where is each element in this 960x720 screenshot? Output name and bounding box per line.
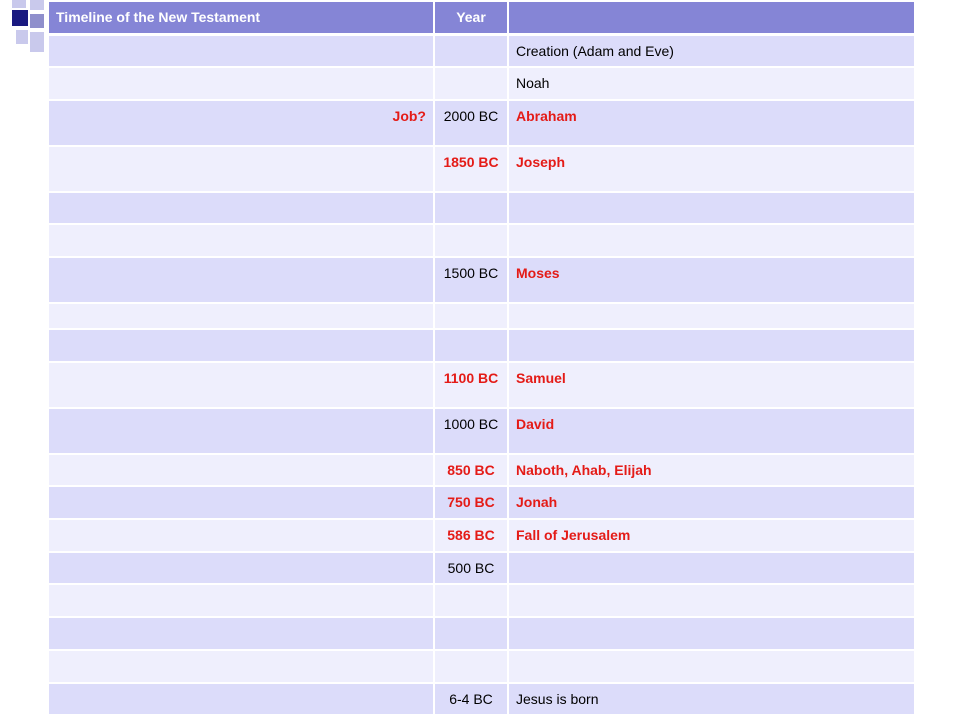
table-cell-year: 1500 BC bbox=[433, 256, 509, 304]
table-cell-person bbox=[47, 223, 435, 258]
table-cell-event bbox=[507, 551, 916, 585]
table-cell-person bbox=[47, 649, 435, 684]
table-row: 1500 BC Moses bbox=[47, 256, 916, 304]
corner-square-light-top bbox=[12, 0, 26, 8]
table-row: 586 BC Fall of Jerusalem bbox=[47, 518, 916, 553]
table-cell-person bbox=[47, 518, 435, 553]
table-cell-event: Jesus is born bbox=[507, 682, 916, 716]
table-cell-event bbox=[507, 328, 916, 363]
table-cell-person bbox=[47, 328, 435, 363]
table-cell-person bbox=[47, 66, 435, 101]
table-cell-event: Samuel bbox=[507, 361, 916, 409]
table-row bbox=[47, 616, 916, 651]
table-cell-event: Abraham bbox=[507, 99, 916, 147]
table-cell-person bbox=[47, 302, 435, 330]
table-cell-year: 586 BC bbox=[433, 518, 509, 553]
table-cell-person bbox=[47, 453, 435, 487]
table-row bbox=[47, 328, 916, 363]
timeline-table: Timeline of the New Testament Year Creat… bbox=[47, 2, 916, 716]
table-cell-person bbox=[47, 551, 435, 585]
header-year: Year bbox=[433, 2, 509, 36]
table-cell-event: Jonah bbox=[507, 485, 916, 520]
table-cell-year: 850 BC bbox=[433, 453, 509, 487]
table-cell-event bbox=[507, 223, 916, 258]
table-cell-year bbox=[433, 302, 509, 330]
table-cell-event: Moses bbox=[507, 256, 916, 304]
table-row: 1850 BC Joseph bbox=[47, 145, 916, 193]
table-cell-event bbox=[507, 583, 916, 618]
table-row: 1000 BC David bbox=[47, 407, 916, 455]
table-cell-year bbox=[433, 66, 509, 101]
corner-square-light-bottom bbox=[30, 32, 44, 52]
corner-square-dark bbox=[12, 10, 28, 26]
table-cell-year: 1850 BC bbox=[433, 145, 509, 193]
table-cell-year bbox=[433, 328, 509, 363]
table-cell-event: Fall of Jerusalem bbox=[507, 518, 916, 553]
table-cell-person bbox=[47, 361, 435, 409]
header-title: Timeline of the New Testament bbox=[47, 2, 435, 36]
table-cell-year bbox=[433, 223, 509, 258]
table-cell-year: 1100 BC bbox=[433, 361, 509, 409]
table-cell-person bbox=[47, 485, 435, 520]
table-cell-event bbox=[507, 302, 916, 330]
table-cell-year bbox=[433, 34, 509, 68]
table-row: Job? 2000 BC Abraham bbox=[47, 99, 916, 147]
table-cell-event: Creation (Adam and Eve) bbox=[507, 34, 916, 68]
table-cell-person bbox=[47, 616, 435, 651]
header-event bbox=[507, 2, 916, 36]
timeline-body: Creation (Adam and Eve) Noah Job? 2000 BC Ab… bbox=[47, 34, 916, 716]
table-row bbox=[47, 583, 916, 618]
table-cell-year bbox=[433, 616, 509, 651]
table-row: 1100 BC Samuel bbox=[47, 361, 916, 409]
table-cell-year: 1000 BC bbox=[433, 407, 509, 455]
corner-square-light-top2 bbox=[30, 0, 44, 10]
table-row bbox=[47, 223, 916, 258]
table-cell-person bbox=[47, 682, 435, 716]
table-cell-year: 6-4 BC bbox=[433, 682, 509, 716]
corner-square-mid bbox=[30, 14, 44, 28]
table-cell-year bbox=[433, 583, 509, 618]
table-cell-person bbox=[47, 191, 435, 225]
table-cell-year: 750 BC bbox=[433, 485, 509, 520]
table-cell-event bbox=[507, 191, 916, 225]
table-cell-event: Joseph bbox=[507, 145, 916, 193]
table-row bbox=[47, 302, 916, 330]
table-cell-person bbox=[47, 34, 435, 68]
table-cell-event bbox=[507, 616, 916, 651]
corner-square-light-left bbox=[16, 30, 28, 44]
table-cell-event: Naboth, Ahab, Elijah bbox=[507, 453, 916, 487]
header-row: Timeline of the New Testament Year bbox=[47, 2, 916, 36]
table-cell-year: 500 BC bbox=[433, 551, 509, 585]
table-row bbox=[47, 649, 916, 684]
table-cell-person bbox=[47, 583, 435, 618]
table-cell-event bbox=[507, 649, 916, 684]
table-row: 750 BC Jonah bbox=[47, 485, 916, 520]
table-row: 500 BC bbox=[47, 551, 916, 585]
table-row: 6-4 BC Jesus is born bbox=[47, 682, 916, 716]
table-row: 850 BC Naboth, Ahab, Elijah bbox=[47, 453, 916, 487]
table-cell-person: Job? bbox=[47, 99, 435, 147]
table-cell-person bbox=[47, 145, 435, 193]
table-row bbox=[47, 191, 916, 225]
table-cell-person bbox=[47, 256, 435, 304]
table-cell-year bbox=[433, 191, 509, 225]
table-row: Creation (Adam and Eve) bbox=[47, 34, 916, 68]
table-cell-person bbox=[47, 407, 435, 455]
table-row: Noah bbox=[47, 66, 916, 101]
table-cell-year: 2000 BC bbox=[433, 99, 509, 147]
table-cell-year bbox=[433, 649, 509, 684]
slide: Timeline of the New Testament Year Creat… bbox=[0, 0, 960, 720]
table-cell-event: David bbox=[507, 407, 916, 455]
table-cell-event: Noah bbox=[507, 66, 916, 101]
